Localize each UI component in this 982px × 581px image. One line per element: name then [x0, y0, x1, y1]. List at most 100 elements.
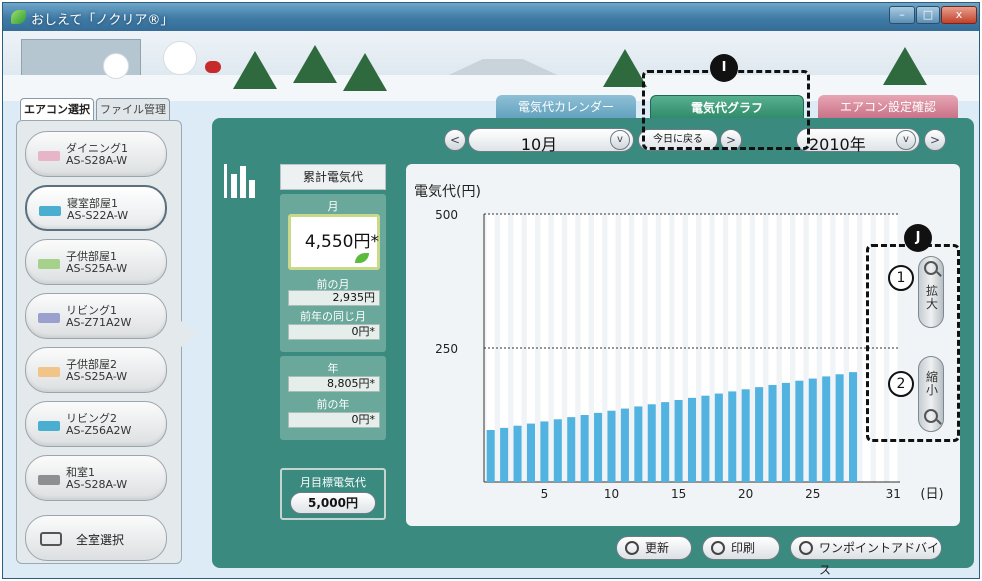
room-color-swatch: [38, 421, 60, 431]
monthly-target-label: 月目標電気代: [300, 476, 366, 489]
cost-bar: [567, 417, 576, 482]
tab-aircon-select[interactable]: エアコン選択: [20, 98, 94, 120]
tree-illustration: [603, 49, 647, 87]
print-icon: [711, 541, 725, 555]
selection-pointer: [180, 320, 196, 348]
window-title: おしえて「ノクリア®」: [31, 13, 174, 28]
cost-bar: [513, 425, 522, 482]
room-item-living2[interactable]: リビング2 AS-Z56A2W: [25, 401, 167, 447]
monthly-target-value[interactable]: 5,000円: [290, 492, 376, 514]
tab-aircon-settings-check[interactable]: エアコン設定確認: [818, 95, 958, 120]
room-model: AS-Z56A2W: [66, 424, 132, 437]
refresh-icon: [625, 541, 639, 555]
last-year-same-month-value: 0円*: [288, 324, 380, 340]
y-tick-label: 500: [435, 208, 458, 222]
print-button[interactable]: 印刷: [702, 536, 780, 560]
room-model: AS-S28A-W: [66, 478, 128, 491]
y-tick-label: 250: [435, 342, 458, 356]
cost-bar: [540, 421, 549, 482]
month-cost-block: 月 4,550円* 前の月 2,935円 前年の同じ月 0円*: [280, 194, 386, 352]
room-model: AS-Z71A2W: [66, 316, 132, 329]
leaf-app-icon: [11, 10, 26, 24]
cost-bar: [500, 427, 509, 482]
x-tick-label: 10: [604, 487, 619, 501]
refresh-button[interactable]: 更新: [616, 536, 692, 560]
snowball-illustration: [103, 53, 129, 79]
next-year-button[interactable]: >: [924, 129, 946, 151]
cost-bar: [822, 376, 831, 482]
x-tick-label: 25: [805, 487, 820, 501]
prev-month-button[interactable]: <: [444, 129, 466, 151]
cost-bar: [835, 374, 844, 482]
x-tick-label: 5: [541, 487, 549, 501]
room-model: AS-S25A-W: [66, 370, 128, 383]
prev-year-value: 0円*: [288, 412, 380, 428]
year-label: 年: [327, 362, 339, 375]
cost-bar: [701, 395, 710, 482]
month-dropdown-chevron-icon[interactable]: v: [610, 130, 630, 150]
room-item-living1[interactable]: リビング1 AS-Z71A2W: [25, 293, 167, 339]
room-item-japanese-room1[interactable]: 和室1 AS-S28A-W: [25, 455, 167, 501]
x-tick-label: 31: [886, 487, 901, 501]
zoom-out-magnifier-icon: [924, 409, 938, 423]
cost-bar: [674, 399, 683, 482]
maximize-button[interactable]: □: [916, 6, 940, 24]
eco-leaf-icon: [355, 253, 369, 263]
bar-chart-icon: [224, 164, 255, 198]
minimize-button[interactable]: –: [889, 6, 915, 24]
cost-bar: [755, 387, 764, 482]
prev-month-value: 2,935円: [288, 290, 380, 306]
zoom-out-button[interactable]: 縮小: [918, 356, 944, 432]
cost-bar: [808, 378, 817, 482]
room-color-swatch: [38, 259, 60, 269]
tree-illustration: [293, 45, 337, 83]
snowman-illustration: [163, 41, 197, 75]
month-cost-value: 4,550円*: [304, 232, 379, 252]
select-all-label: 全室選択: [76, 533, 125, 547]
tab-electricity-calendar[interactable]: 電気代カレンダー: [496, 95, 636, 120]
cost-bar: [620, 408, 629, 482]
tree-illustration: [343, 53, 387, 91]
room-color-swatch: [38, 367, 60, 377]
cost-bar: [768, 384, 777, 482]
prev-year-label: 前の年: [316, 398, 350, 411]
last-year-same-month-label: 前年の同じ月: [300, 310, 366, 323]
zoom-in-button[interactable]: 拡大: [918, 256, 944, 328]
room-item-bedroom1[interactable]: 寝室部屋1 AS-S22A-W: [25, 185, 167, 231]
room-color-swatch: [38, 151, 60, 161]
cost-bar: [634, 406, 643, 482]
cost-bar: [594, 412, 603, 482]
cost-bar: [687, 397, 697, 482]
month-value: 10月: [520, 135, 558, 154]
tab-file-management[interactable]: ファイル管理: [96, 98, 170, 120]
rooms-icon: [40, 532, 62, 546]
year-dropdown-chevron-icon[interactable]: v: [896, 130, 916, 150]
title-bar[interactable]: おしえて「ノクリア®」 – □ x: [3, 3, 979, 31]
tree-illustration: [233, 51, 277, 89]
zoom-out-label: 縮小: [925, 370, 938, 397]
room-item-kids-room1[interactable]: 子供部屋1 AS-S25A-W: [25, 239, 167, 285]
header-scenery: [3, 31, 979, 101]
room-list-panel: ダイニング1 AS-S28A-W 寝室部屋1 AS-S22A-W 子供部屋1 A…: [16, 120, 182, 564]
cost-bar: [849, 372, 858, 482]
cost-bar: [795, 380, 804, 482]
one-point-advice-button[interactable]: ワンポイントアドバイス: [790, 536, 942, 577]
year-cost-value: 8,805円*: [288, 376, 380, 392]
year-value: 2010年: [809, 135, 866, 154]
zoom-in-magnifier-icon: [924, 261, 938, 275]
select-all-rooms-button[interactable]: 全室選択: [25, 515, 167, 561]
refresh-label: 更新: [645, 541, 670, 555]
cost-bar: [781, 382, 790, 482]
cost-bar: [486, 430, 495, 482]
close-button[interactable]: x: [941, 6, 977, 24]
room-color-swatch: [39, 206, 61, 216]
month-label: 月: [327, 200, 339, 213]
chart-xlabel: (日): [920, 487, 943, 502]
room-color-swatch: [38, 313, 60, 323]
room-model: AS-S25A-W: [66, 262, 128, 275]
room-item-kids-room2[interactable]: 子供部屋2 AS-S25A-W: [25, 347, 167, 393]
cost-bar: [647, 404, 656, 482]
callout-number-2: 2: [888, 371, 914, 397]
room-item-dining1[interactable]: ダイニング1 AS-S28A-W: [25, 131, 167, 177]
advice-icon: [799, 541, 813, 555]
